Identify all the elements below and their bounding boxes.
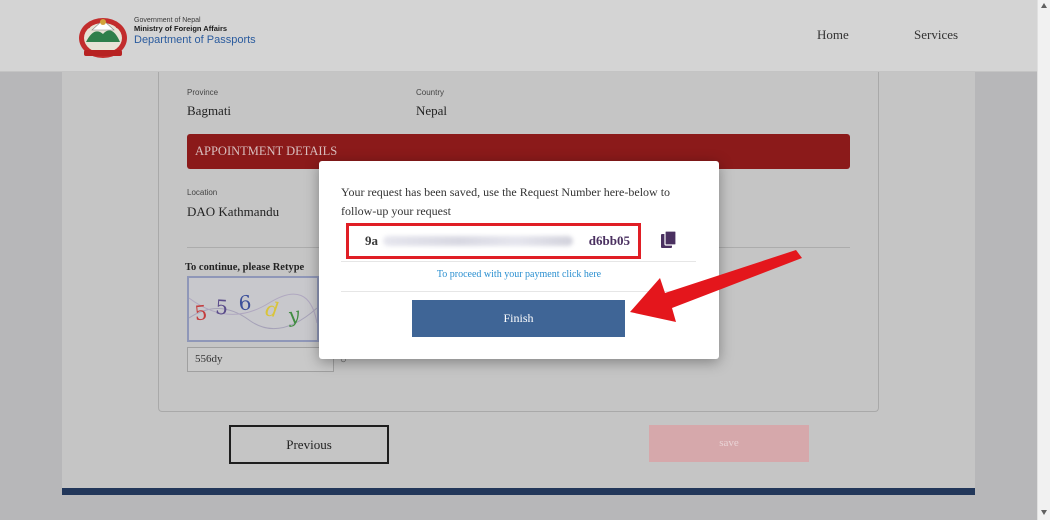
department-name: Department of Passports	[134, 33, 256, 46]
country-label: Country	[416, 88, 445, 97]
location-value: DAO Kathmandu	[187, 204, 280, 219]
captcha-input[interactable]: 556dy	[187, 347, 334, 372]
request-number-redacted	[383, 236, 573, 246]
site-header: Government of Nepal Ministry of Foreign …	[0, 0, 1037, 72]
copy-icon[interactable]	[660, 230, 678, 250]
captcha-char: 6	[238, 290, 252, 315]
captcha-prompt: To continue, please Retype	[185, 262, 305, 273]
nav-services-link[interactable]: Services	[914, 27, 958, 43]
scrollbar[interactable]	[1037, 0, 1050, 520]
red-arrow-icon	[630, 250, 802, 322]
request-number-start: 9a	[365, 233, 378, 248]
page-footer-bar	[62, 488, 975, 495]
brand-text: Government of Nepal Ministry of Foreign …	[134, 17, 256, 46]
request-number-end: d6bb05	[588, 233, 630, 248]
province-value: Bagmati	[187, 103, 232, 118]
captcha-graphic: 5 5 6 d y	[189, 290, 317, 330]
province-label: Province	[187, 88, 219, 97]
nav-home-link[interactable]: Home	[817, 27, 849, 43]
save-button[interactable]: save	[649, 425, 809, 462]
previous-button[interactable]: Previous	[229, 425, 389, 464]
captcha-char: y	[285, 302, 302, 328]
modal-message: Your request has been saved, use the Req…	[341, 185, 671, 218]
nepal-emblem-icon	[79, 18, 127, 58]
captcha-char: 5	[193, 300, 208, 325]
ministry-name: Ministry of Foreign Affairs	[134, 24, 228, 34]
scroll-down-icon[interactable]	[1041, 510, 1047, 515]
captcha-char: d	[264, 297, 280, 323]
captcha-image: 5 5 6 d y	[187, 276, 319, 342]
finish-button[interactable]: Finish	[412, 300, 625, 337]
request-number-field[interactable]: 9a d6bb05	[353, 230, 633, 252]
country-value: Nepal	[416, 103, 448, 118]
location-label: Location	[187, 188, 218, 197]
scroll-up-icon[interactable]	[1041, 3, 1047, 8]
request-number-highlight: 9a d6bb05	[346, 223, 641, 259]
captcha-char: 5	[215, 295, 229, 320]
